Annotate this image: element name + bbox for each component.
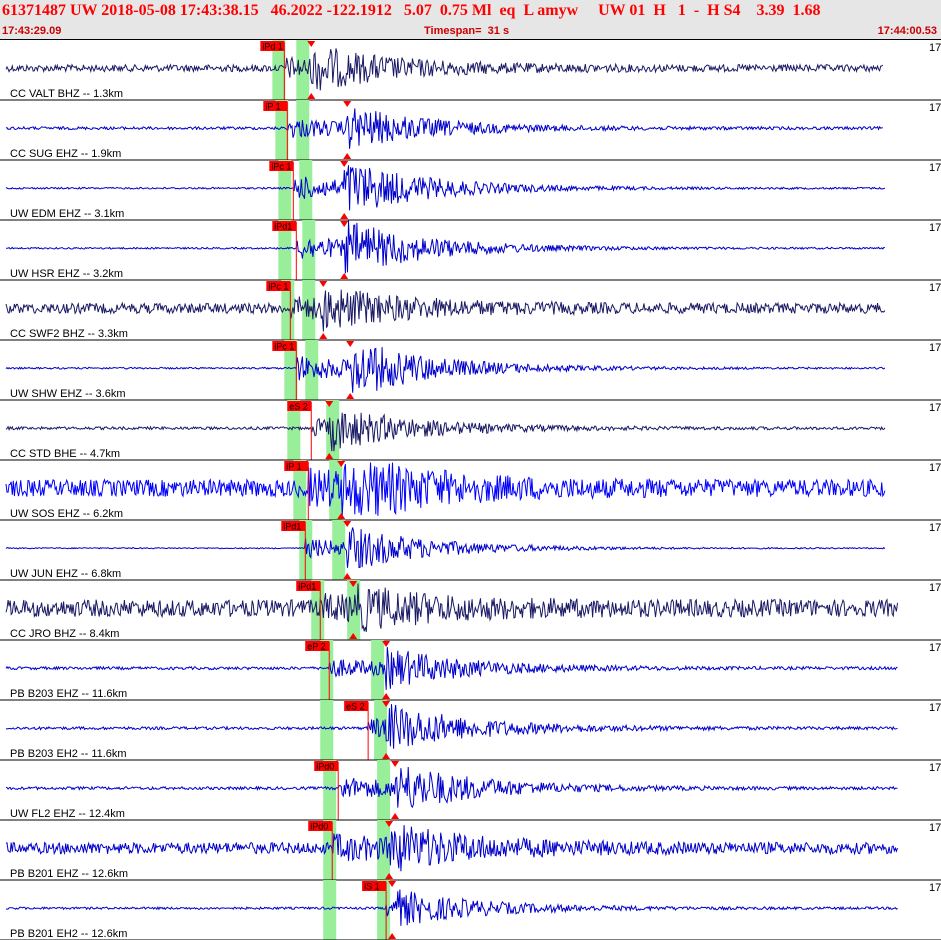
- pick-label: eS 2: [346, 702, 365, 712]
- trace-end-label: 17: [929, 522, 941, 534]
- pick-label: iP 1: [286, 462, 301, 472]
- s-marker-bottom: [340, 213, 349, 219]
- s-marker-top: [340, 161, 349, 167]
- waveform-trace: [5, 165, 886, 211]
- s-marker-bottom: [340, 273, 349, 279]
- trace-end-label: 17: [929, 762, 941, 774]
- s-marker-top: [319, 281, 328, 287]
- s-marker-bottom: [343, 153, 352, 159]
- pick-label: iPc 1: [271, 162, 291, 172]
- trace-end-label: 17: [929, 102, 941, 114]
- timespan-label: Timespan= 31 s: [424, 25, 510, 37]
- pick-label: iP 1: [265, 102, 280, 112]
- end-time: 17:44:00.53: [877, 25, 937, 37]
- p-arrival-band: [320, 700, 334, 760]
- waveform-trace: [5, 412, 886, 452]
- channel-label: UW FL2 EHZ -- 12.4km: [10, 808, 125, 820]
- pick-label: iPd0: [316, 762, 334, 772]
- pick-label: iPd 1: [262, 42, 283, 52]
- channel-label: CC STD BHE -- 4.7km: [10, 448, 120, 460]
- pick-label: iPd1: [298, 582, 316, 592]
- trace-end-label: 17: [929, 342, 941, 354]
- s-arrival-band: [299, 160, 313, 220]
- pick-label: iPd1: [274, 222, 292, 232]
- s-marker-top: [346, 341, 355, 347]
- waveform-trace: [6, 220, 885, 274]
- trace-end-label: 17: [929, 282, 941, 294]
- waveform-trace: [5, 48, 884, 91]
- pick-label: iPd0: [310, 822, 328, 832]
- s-marker-top: [343, 101, 352, 107]
- pick-label: eP 2: [307, 642, 325, 652]
- channel-label: PB B201 EH2 -- 12.6km: [10, 928, 127, 940]
- waveform-trace: [5, 527, 886, 569]
- channel-label: UW EDM EHZ -- 3.1km: [10, 208, 124, 220]
- event-header: 61371487 UW 2018-05-08 17:43:38.15 46.20…: [0, 0, 941, 40]
- trace-end-label: 17: [929, 162, 941, 174]
- start-time: 17:43:29.09: [2, 25, 62, 37]
- pick-label: eS 2: [289, 402, 308, 412]
- s-arrival-band: [377, 760, 391, 820]
- pick-label: iPc 1: [274, 342, 294, 352]
- trace-end-label: 17: [929, 882, 941, 894]
- waveform-trace: [5, 889, 898, 926]
- s-marker-bottom: [346, 393, 355, 399]
- s-marker-bottom: [319, 333, 328, 339]
- waveform-trace: [5, 825, 898, 872]
- channel-label: UW JUN EHZ -- 6.8km: [10, 568, 121, 580]
- waveform-trace: [5, 289, 886, 332]
- waveform-trace: [5, 704, 898, 749]
- pick-label: iPd1: [283, 522, 301, 532]
- waveform-trace: [5, 766, 898, 809]
- waveform-trace: [5, 647, 898, 690]
- trace-end-label: 17: [929, 42, 941, 54]
- trace-end-label: 17: [929, 222, 941, 234]
- trace-end-label: 17: [929, 462, 941, 474]
- channel-label: PB B201 EHZ -- 12.6km: [10, 868, 128, 880]
- s-marker-top: [391, 761, 400, 767]
- trace-end-label: 17: [929, 402, 941, 414]
- channel-label: CC VALT BHZ -- 1.3km: [10, 88, 123, 100]
- s-marker-bottom: [391, 813, 400, 819]
- p-arrival-band: [323, 880, 337, 940]
- channel-label: UW SOS EHZ -- 6.2km: [10, 508, 123, 520]
- pick-label: iPc 1: [268, 282, 288, 292]
- waveform-trace: [5, 347, 886, 393]
- seismogram-plot[interactable]: iPd 1 CC VALT BHZ -- 1.3km 17 iP 1 CC SUG EH…: [0, 40, 941, 940]
- trace-end-label: 17: [929, 822, 941, 834]
- waveform-trace: [5, 108, 883, 149]
- channel-label: CC JRO BHZ -- 8.4km: [10, 628, 119, 640]
- s-marker-top: [340, 221, 349, 227]
- pick-label: iS 1: [364, 882, 380, 892]
- trace-end-label: 17: [929, 582, 941, 594]
- channel-label: PB B203 EH2 -- 11.6km: [10, 748, 127, 760]
- channel-label: CC SUG EHZ -- 1.9km: [10, 148, 121, 160]
- channel-label: UW SHW EHZ -- 3.6km: [10, 388, 126, 400]
- channel-label: UW HSR EHZ -- 3.2km: [10, 268, 123, 280]
- waveform-trace: [5, 462, 886, 516]
- trace-end-label: 17: [929, 702, 941, 714]
- waveform-trace: [5, 583, 898, 632]
- s-arrival-band: [371, 640, 385, 700]
- trace-end-label: 17: [929, 642, 941, 654]
- channel-label: CC SWF2 BHZ -- 3.3km: [10, 328, 128, 340]
- event-title: 61371487 UW 2018-05-08 17:43:38.15 46.20…: [2, 2, 821, 19]
- channel-label: PB B203 EHZ -- 11.6km: [10, 688, 127, 700]
